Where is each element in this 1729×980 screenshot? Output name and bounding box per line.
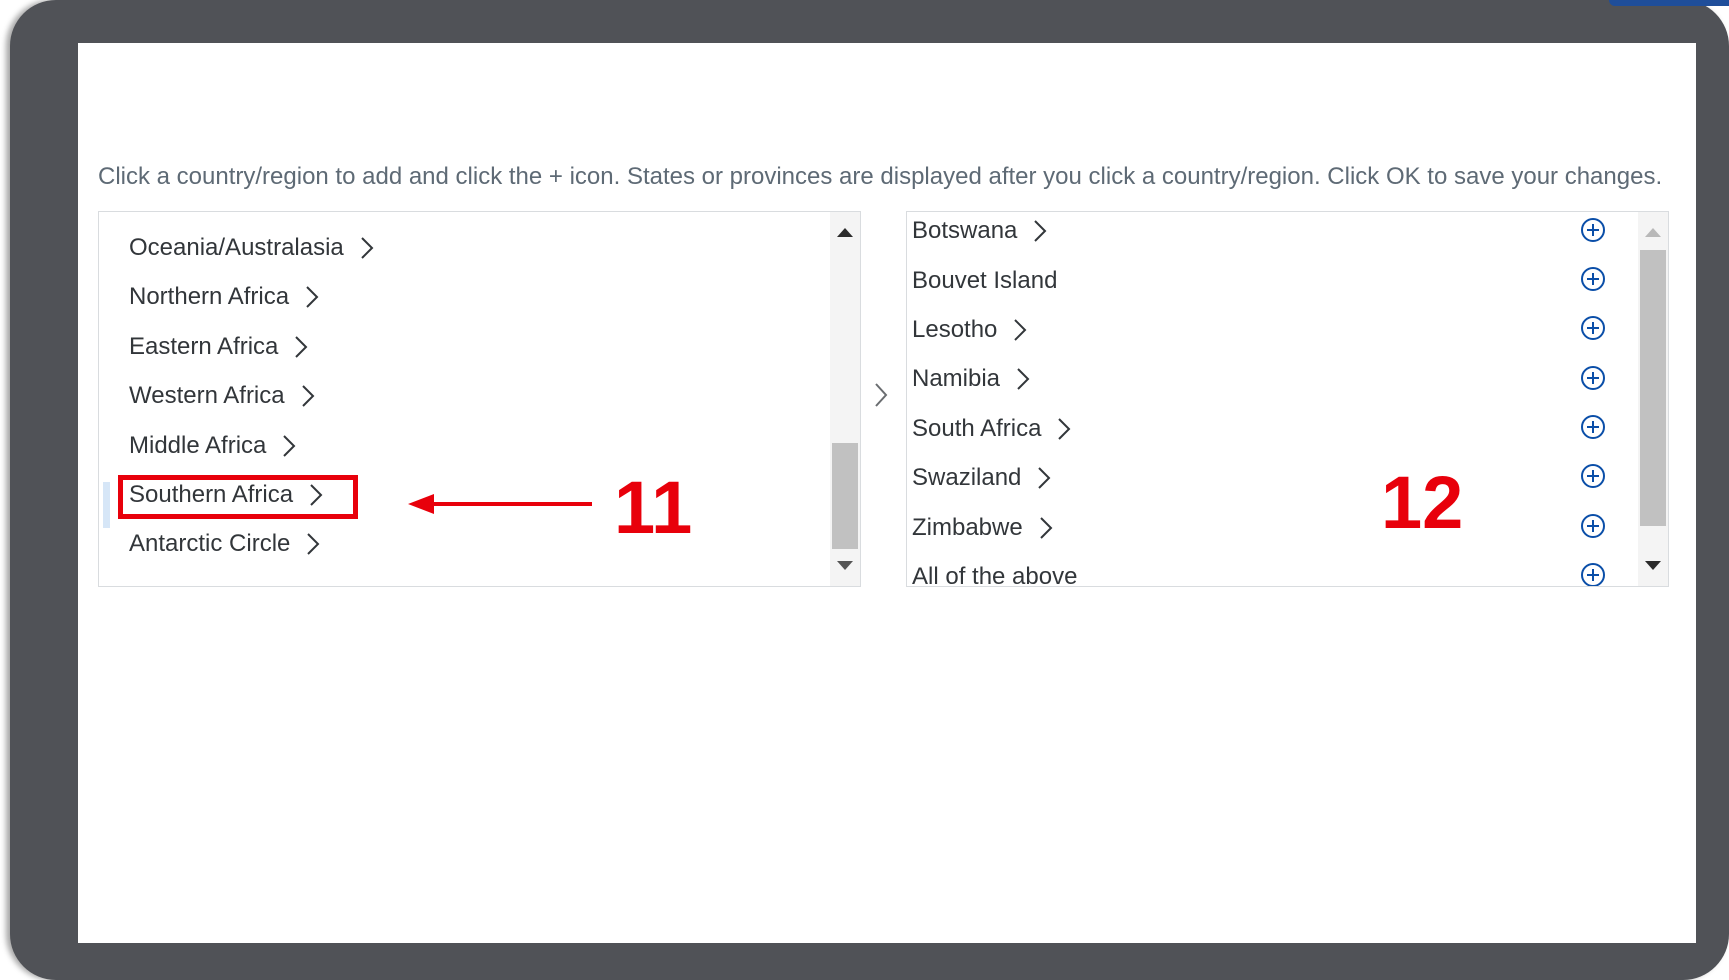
country-item-label: Zimbabwe [912,514,1023,541]
step-number-12: 12 [1381,461,1464,544]
region-item-middle-africa[interactable]: Middle Africa [129,432,296,460]
chevron-right-icon [305,285,319,309]
region-item-oceania[interactable]: Oceania/Australasia [129,234,374,262]
region-item-label: Northern Africa [129,283,290,310]
add-circle-icon[interactable] [1580,217,1606,243]
selected-indicator [103,482,110,528]
chevron-right-icon [1039,516,1053,540]
scroll-down-arrow-icon[interactable] [1645,561,1661,570]
add-circle-icon[interactable] [1580,315,1606,341]
add-circle-icon[interactable] [1580,513,1606,539]
chevron-right-icon [294,335,308,359]
chevron-right-icon [301,384,315,408]
chevron-right-icon [873,381,889,414]
country-item-label: Swaziland [912,464,1022,491]
instruction-text: Click a country/region to add and click … [98,163,1663,190]
chevron-right-icon [282,434,296,458]
scroll-up-arrow-icon[interactable] [1645,228,1661,237]
country-list-scrollbar[interactable] [1638,212,1668,586]
region-item-antarctic-circle[interactable]: Antarctic Circle [129,530,320,558]
country-item-label: Namibia [912,365,1001,392]
country-item-botswana[interactable]: Botswana [912,217,1047,245]
country-item-label: All of the above [912,563,1078,587]
add-circle-icon[interactable] [1580,562,1606,587]
country-item-all-of-the-above[interactable]: All of the above [912,563,1078,587]
country-item-label: Lesotho [912,316,998,343]
region-item-label: Eastern Africa [129,333,279,360]
highlight-box [118,475,358,519]
chevron-right-icon [360,236,374,260]
add-circle-icon[interactable] [1580,365,1606,391]
region-item-label: Middle Africa [129,432,267,459]
arrow-left-icon [408,494,592,514]
chevron-right-icon [1016,367,1030,391]
add-circle-icon[interactable] [1580,414,1606,440]
chevron-right-icon [306,532,320,556]
region-list-panel: Oceania/Australasia Northern Africa East… [98,211,861,587]
country-item-south-africa[interactable]: South Africa [912,415,1071,443]
scroll-down-arrow-icon[interactable] [837,561,853,570]
country-item-namibia[interactable]: Namibia [912,365,1030,393]
region-item-eastern-africa[interactable]: Eastern Africa [129,333,308,361]
country-item-label: Bouvet Island [912,267,1058,294]
country-list-panel: Botswana Bouvet Island Lesotho Namibia S… [906,211,1669,587]
chevron-right-icon [1013,318,1027,342]
country-item-zimbabwe[interactable]: Zimbabwe [912,514,1053,542]
scroll-up-arrow-icon[interactable] [837,228,853,237]
region-item-label: Antarctic Circle [129,530,291,557]
scrollbar-thumb[interactable] [832,443,858,549]
step-number-11: 11 [614,466,693,549]
add-circle-icon[interactable] [1580,463,1606,489]
region-item-northern-africa[interactable]: Northern Africa [129,283,319,311]
region-item-label: Western Africa [129,382,285,409]
country-item-swaziland[interactable]: Swaziland [912,464,1051,492]
region-item-western-africa[interactable]: Western Africa [129,382,315,410]
screen: Click a country/region to add and click … [78,43,1696,943]
add-circle-icon[interactable] [1580,266,1606,292]
chevron-right-icon [1057,417,1071,441]
scrollbar-thumb[interactable] [1640,250,1666,526]
country-item-label: Botswana [912,217,1018,244]
corner-accent [1609,0,1729,6]
device-frame: Click a country/region to add and click … [10,0,1729,980]
country-item-label: South Africa [912,415,1042,442]
country-item-lesotho[interactable]: Lesotho [912,316,1027,344]
chevron-right-icon [1033,219,1047,243]
region-list-scrollbar[interactable] [830,212,860,586]
chevron-right-icon [1037,466,1051,490]
region-item-label: Oceania/Australasia [129,234,344,261]
country-item-bouvet-island[interactable]: Bouvet Island [912,267,1057,295]
